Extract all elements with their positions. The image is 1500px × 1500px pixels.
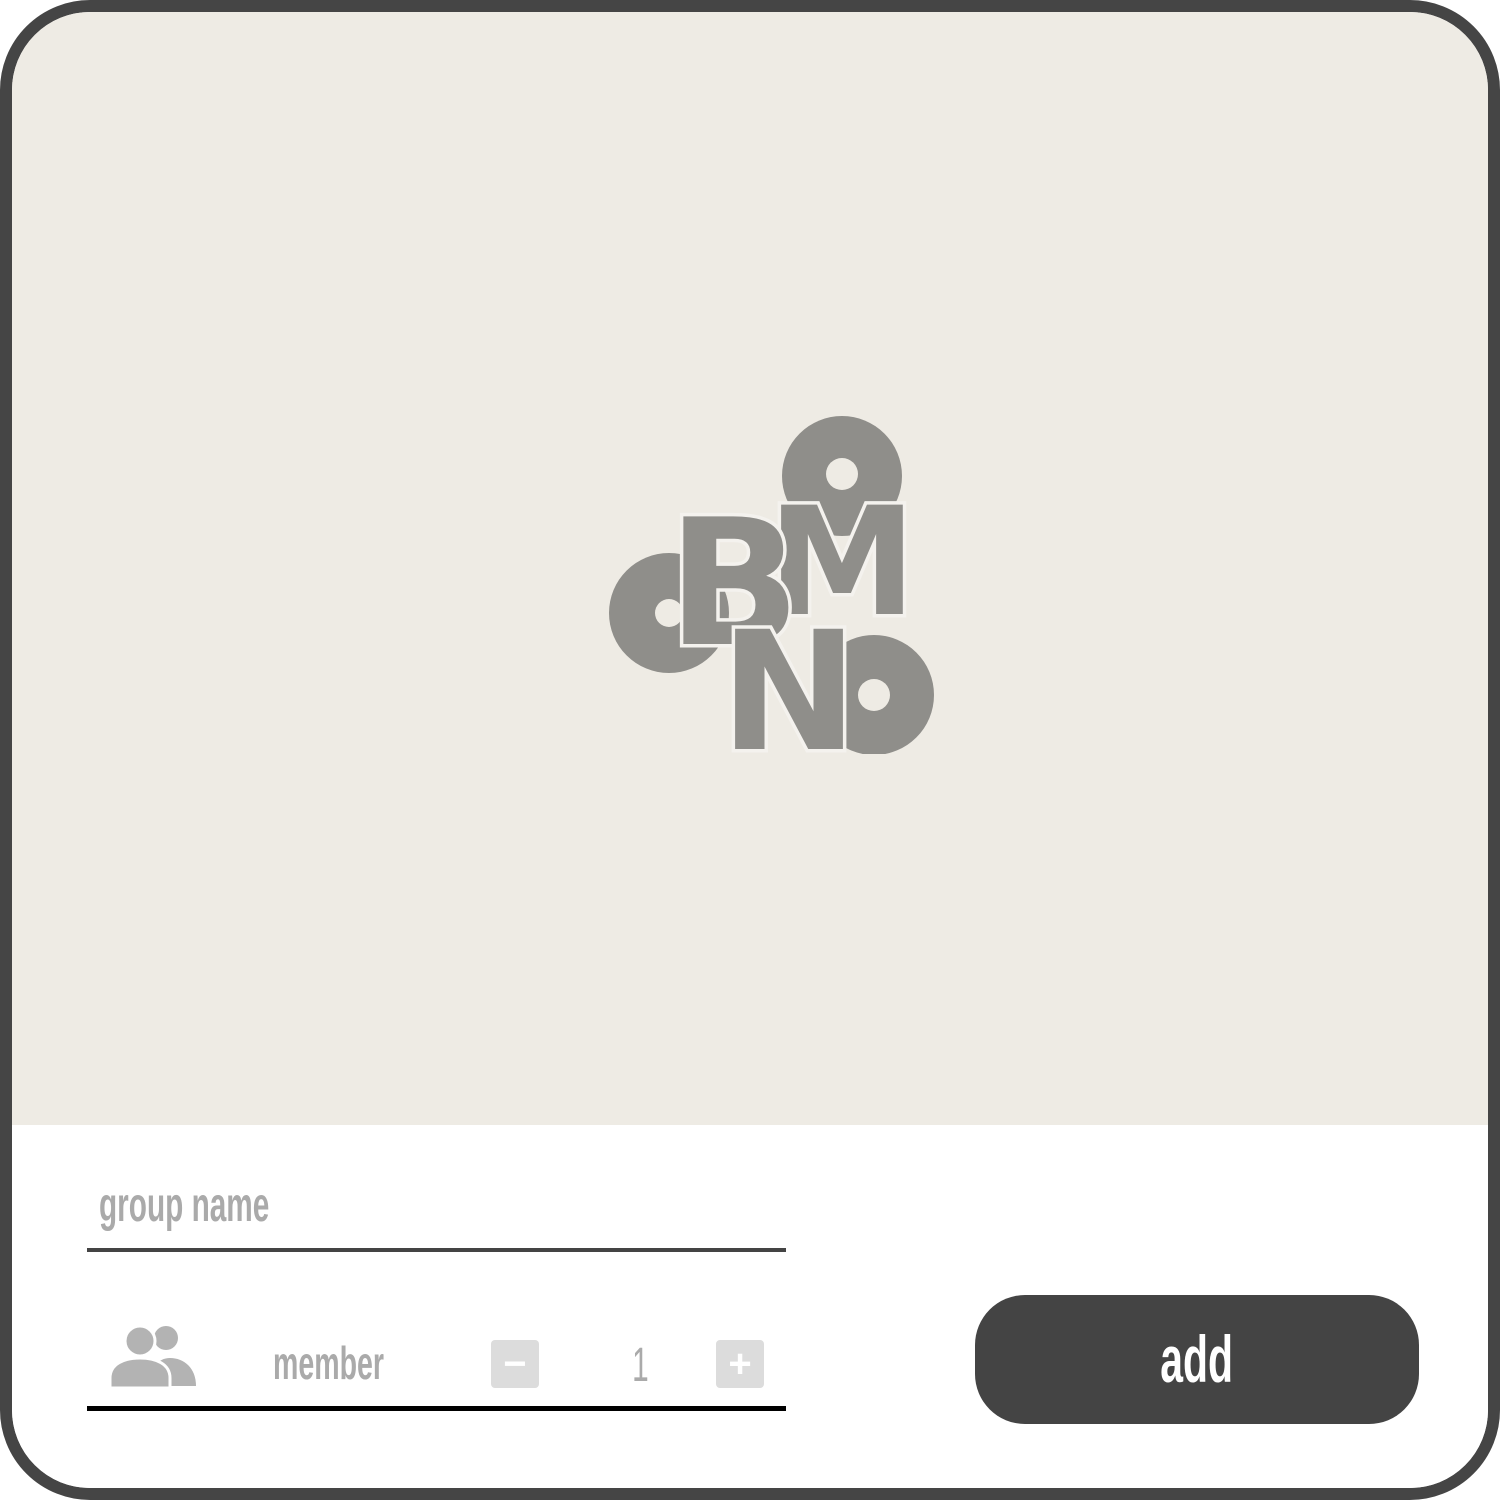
group-name-placeholder: group name <box>99 1179 270 1232</box>
add-button-label: add <box>1160 1322 1234 1396</box>
people-icon <box>110 1324 196 1388</box>
hero-banner: M B N <box>12 12 1488 1125</box>
bmn-logo: M B N <box>609 416 934 754</box>
group-name-input[interactable]: group name <box>87 1170 786 1252</box>
member-row: member − 1 + <box>87 1318 786 1411</box>
decrement-button[interactable]: − <box>491 1340 539 1388</box>
logo-letter-n: N <box>720 596 858 754</box>
add-button[interactable]: add <box>975 1295 1419 1424</box>
member-count: 1 <box>631 1339 649 1392</box>
member-label: member <box>273 1337 384 1389</box>
increment-button[interactable]: + <box>716 1340 764 1388</box>
app-window: M B N <box>0 0 1500 1500</box>
